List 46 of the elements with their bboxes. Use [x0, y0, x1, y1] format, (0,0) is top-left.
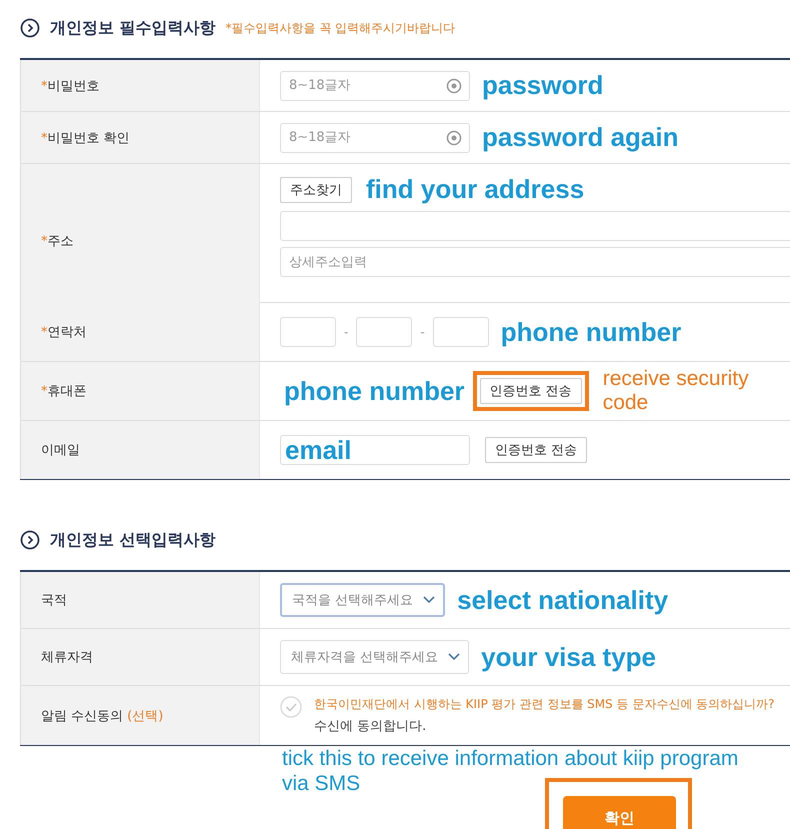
- annotation-text: password again: [482, 122, 678, 153]
- annotation-text: tick this to receive information about kiip program via SMS: [282, 746, 740, 796]
- detail-address-field[interactable]: 상세주소입력: [280, 247, 790, 277]
- annotation-text: receive security code: [602, 367, 750, 415]
- find-address-button[interactable]: 주소찾기: [280, 176, 352, 202]
- select-dropdown[interactable]: 체류자격을 선택해주세요: [280, 640, 470, 674]
- section-title: 개인정보 필수입력사항: [50, 18, 216, 38]
- checkbox[interactable]: [280, 696, 302, 718]
- field-label: *연락처: [41, 324, 86, 341]
- password-field[interactable]: 8~18글자: [280, 122, 470, 152]
- section-title: 개인정보 선택입력사항: [50, 530, 216, 550]
- field-label: 국적: [41, 592, 67, 609]
- chevron-circle-icon: [20, 18, 40, 38]
- send-code-button[interactable]: 인증번호 전송: [485, 437, 588, 463]
- annotation-text: find your address: [366, 174, 584, 205]
- annotation-text: your visa type: [481, 642, 656, 672]
- confirm-button[interactable]: 확인: [563, 796, 676, 829]
- chevron-down-icon[interactable]: [448, 653, 460, 661]
- field-label: 체류자격: [41, 649, 93, 666]
- required-note: *필수입력사항을 꼭 입력해주시기바랍니다: [226, 20, 456, 36]
- field-label: *주소: [41, 232, 74, 250]
- dash-separator: -: [420, 325, 425, 339]
- send-code-button[interactable]: 인증번호 전송: [480, 378, 582, 404]
- field-label: *비밀번호: [41, 78, 100, 94]
- chevron-down-icon[interactable]: [423, 596, 436, 604]
- select-dropdown[interactable]: 국적을 선택해주세요: [280, 583, 446, 617]
- field-label: 이메일: [41, 442, 80, 459]
- eye-icon[interactable]: [446, 78, 462, 94]
- field-label: 알림 수신동의 (선택): [41, 708, 164, 724]
- address-field[interactable]: [280, 211, 790, 241]
- annotation-text: password: [482, 70, 604, 101]
- phone-field[interactable]: [280, 317, 336, 347]
- field-label: *휴대폰: [41, 383, 86, 400]
- annotation-text: phone number: [284, 376, 465, 406]
- consent-question: 한국이민재단에서 시행하는 KIIP 평가 관련 정보를 SMS 등 문자수신에 동의하십니까?: [314, 696, 774, 713]
- annotation-text: phone number: [500, 316, 682, 348]
- chevron-circle-icon: [20, 530, 40, 550]
- dash-separator: -: [344, 325, 348, 339]
- phone-field[interactable]: [432, 317, 489, 347]
- eye-icon[interactable]: [446, 130, 462, 146]
- password-field[interactable]: 8~18글자: [280, 70, 470, 100]
- annotation-text: select nationality: [457, 584, 668, 616]
- email-field[interactable]: email: [280, 435, 470, 465]
- field-label: *비밀번호 확인: [41, 130, 130, 146]
- consent-label: 수신에 동의합니다.: [314, 718, 428, 735]
- phone-field[interactable]: [356, 317, 412, 347]
